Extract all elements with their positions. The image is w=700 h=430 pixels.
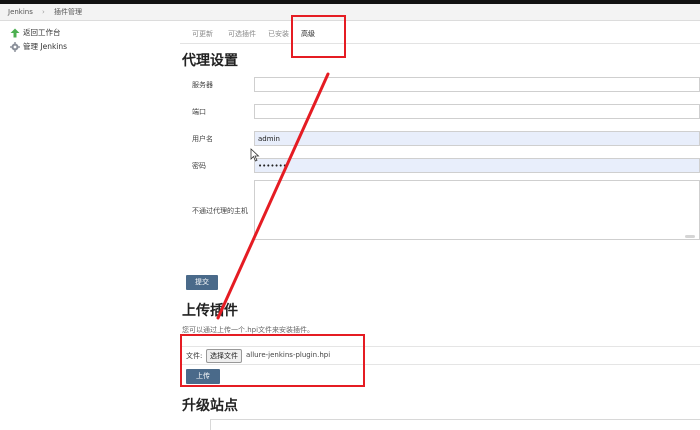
annotation-arrow (216, 72, 330, 320)
